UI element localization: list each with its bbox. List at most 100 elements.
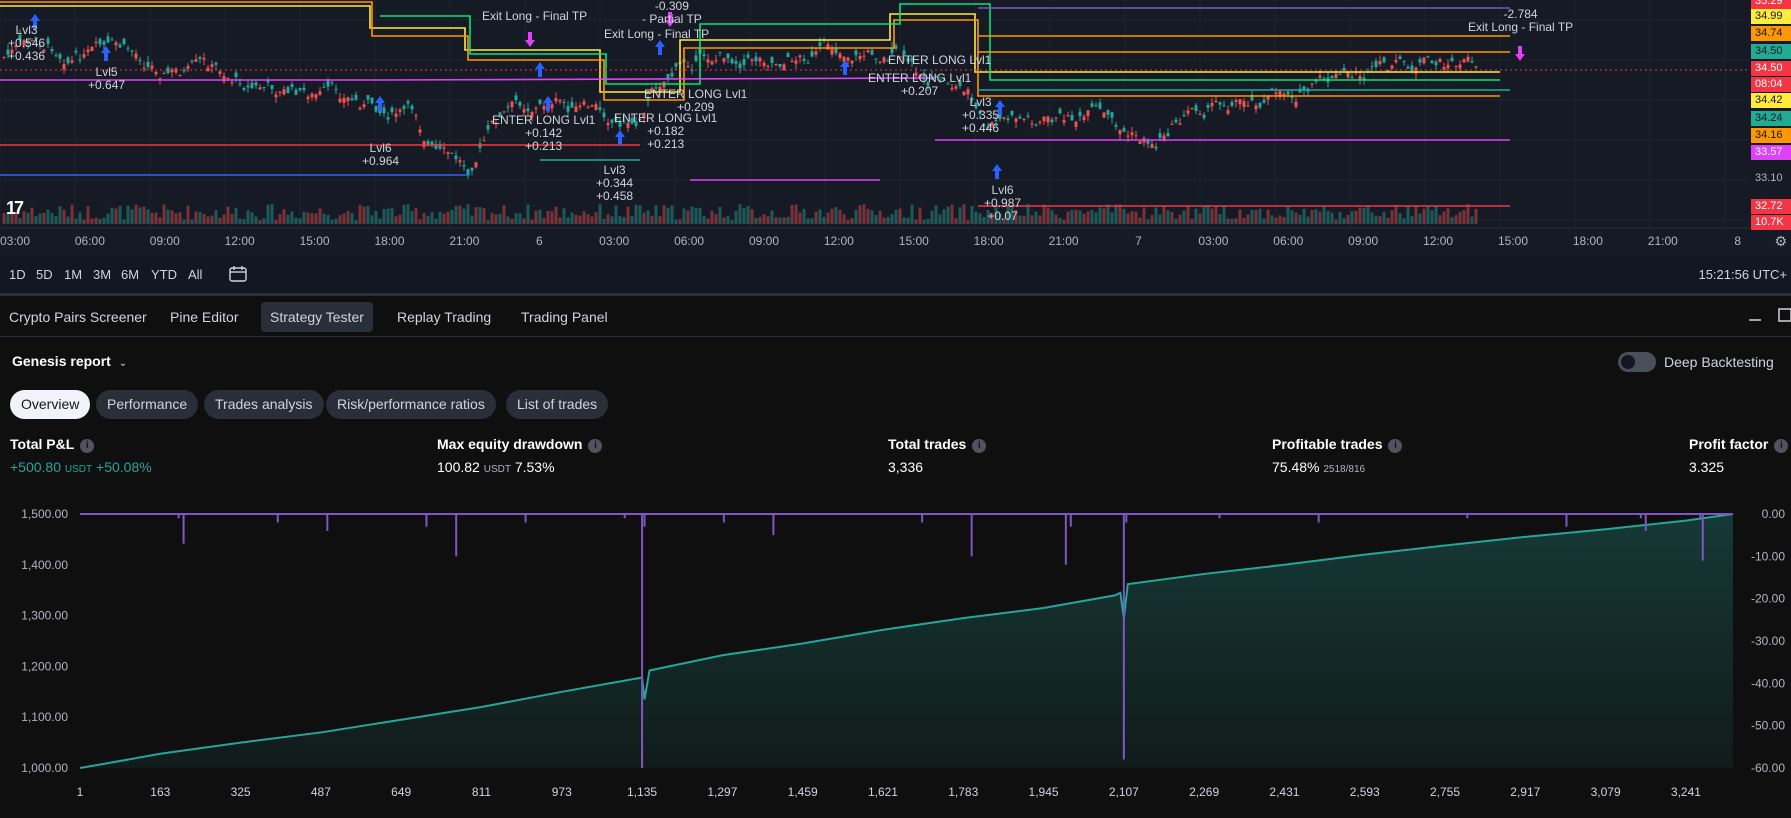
tab-performance[interactable]: Performance — [96, 390, 199, 419]
range-1d-button[interactable]: 1D — [9, 267, 26, 282]
volume-bar — [726, 216, 730, 224]
volume-bar — [666, 207, 670, 224]
report-selector[interactable]: Genesis report ⌄ — [12, 353, 127, 369]
tab-pine-editor[interactable]: Pine Editor — [161, 302, 247, 332]
candle — [726, 53, 730, 59]
tab-risk-performance-ratios[interactable]: Risk/performance ratios — [326, 390, 496, 419]
volume-bar — [1198, 213, 1202, 224]
volume-bar — [1230, 218, 1234, 224]
volume-bar — [822, 216, 826, 224]
volume-bar — [766, 216, 770, 224]
candle — [734, 61, 738, 64]
candle — [410, 105, 414, 110]
candle — [894, 45, 898, 49]
volume-bar — [874, 215, 878, 224]
candle — [1466, 56, 1470, 62]
candle — [210, 64, 214, 68]
tab-replay-trading[interactable]: Replay Trading — [388, 302, 500, 332]
volume-bar — [806, 218, 810, 224]
candle — [1166, 132, 1170, 137]
minimize-icon[interactable] — [1748, 308, 1762, 322]
candle — [722, 58, 726, 62]
range-6m-button[interactable]: 6M — [121, 267, 139, 282]
tab-list-of-trades[interactable]: List of trades — [506, 390, 609, 419]
exit-arrow-icon — [525, 32, 535, 47]
info-icon[interactable]: i — [588, 439, 603, 453]
indicator-line — [0, 77, 936, 81]
volume-bar — [1430, 210, 1434, 224]
volume-bar — [862, 204, 866, 224]
info-icon[interactable]: i — [80, 439, 95, 453]
candle — [338, 98, 342, 103]
candle — [1122, 128, 1126, 132]
candle — [594, 104, 598, 110]
candle — [738, 63, 742, 69]
candle — [350, 98, 354, 101]
volume-bar — [226, 206, 230, 224]
maximize-icon[interactable] — [1778, 308, 1791, 322]
candle — [602, 112, 606, 118]
volume-bar — [934, 205, 938, 224]
deep-backtesting-toggle[interactable] — [1618, 352, 1656, 372]
candle — [1098, 102, 1102, 109]
candle — [1178, 123, 1182, 125]
x-tick-label: 973 — [552, 785, 572, 799]
range-5d-button[interactable]: 5D — [36, 267, 53, 282]
candle — [770, 57, 774, 63]
volume-bar — [1138, 217, 1142, 224]
volume-bar — [1298, 214, 1302, 224]
volume-bar — [754, 217, 758, 224]
price-tag: 33.57 — [1751, 145, 1791, 160]
candle — [202, 58, 206, 60]
volume-bar — [406, 204, 410, 224]
tab-trading-panel[interactable]: Trading Panel — [512, 302, 617, 332]
candle — [810, 51, 814, 57]
settings-icon[interactable]: ⚙ — [1774, 233, 1787, 250]
tab-overview[interactable]: Overview — [10, 390, 91, 419]
candle — [458, 160, 462, 163]
calendar-icon[interactable] — [228, 265, 248, 288]
equity-chart[interactable]: 1,500.00 1,400.00 1,300.00 1,200.00 1,100.00… — [0, 494, 1791, 818]
price-tag: 33.10 — [1755, 172, 1783, 184]
volume-bar — [650, 215, 654, 224]
tab-trades-analysis[interactable]: Trades analysis — [204, 390, 324, 419]
range-3m-button[interactable]: 3M — [93, 267, 111, 282]
candle — [306, 96, 310, 99]
price-tag: 34.50 — [1751, 44, 1791, 59]
time-tick-label: 21:00 — [1048, 234, 1079, 248]
candle — [1374, 61, 1378, 67]
candle — [1170, 123, 1174, 125]
candle — [442, 147, 446, 149]
y-left-tick-label: 1,000.00 — [21, 761, 68, 775]
candle — [1330, 75, 1334, 79]
utc-clock[interactable]: 15:21:56 UTC+ — [1698, 267, 1787, 282]
price-chart[interactable]: 17 Lvl3 +0.546 +0.436 Lvl5 +0.647 Lvl6 +0.96… — [0, 0, 1791, 256]
candle — [290, 84, 294, 88]
volume-bar — [446, 211, 450, 224]
price-chart-canvas[interactable] — [0, 0, 1791, 256]
candle — [766, 65, 770, 67]
volume-bar — [1194, 208, 1198, 224]
info-icon[interactable]: i — [1388, 439, 1403, 453]
candle — [1094, 104, 1098, 106]
volume-bar — [1098, 207, 1102, 224]
range-all-button[interactable]: All — [188, 267, 202, 282]
candle — [1130, 132, 1134, 136]
volume-bar — [482, 208, 486, 224]
range-1m-button[interactable]: 1M — [64, 267, 82, 282]
chevron-down-icon: ⌄ — [118, 358, 128, 369]
volume-bar — [534, 210, 538, 224]
volume-bar — [258, 219, 262, 224]
tab-strategy-tester[interactable]: Strategy Tester — [261, 302, 373, 332]
volume-bar — [942, 209, 946, 224]
volume-bar — [790, 205, 794, 224]
volume-bar — [886, 216, 890, 224]
info-icon[interactable]: i — [1774, 439, 1789, 453]
candle — [582, 101, 586, 105]
candle — [62, 64, 66, 70]
tab-crypto-pairs-screener[interactable]: Crypto Pairs Screener — [0, 302, 156, 332]
candle — [854, 50, 858, 56]
volume-bar — [718, 206, 722, 224]
info-icon[interactable]: i — [972, 439, 987, 453]
range-ytd-button[interactable]: YTD — [151, 267, 177, 282]
